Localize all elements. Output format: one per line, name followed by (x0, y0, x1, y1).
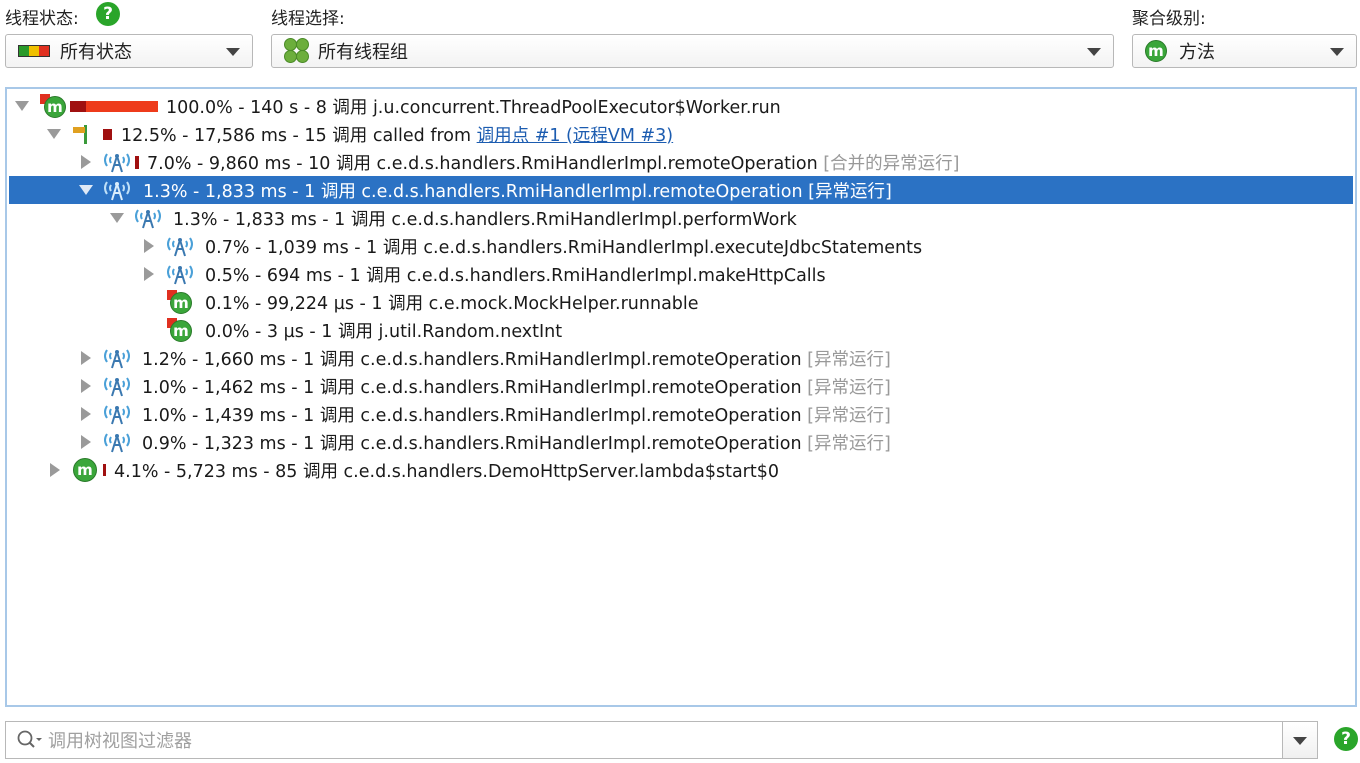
antenna-icon (165, 262, 195, 286)
collapse-toggle-icon[interactable] (142, 267, 156, 281)
expand-toggle-icon[interactable] (79, 183, 93, 197)
tree-row-text: 1.0% - 1,439 ms - 1 调用 c.e.d.s.handlers.… (142, 405, 891, 426)
collapse-toggle-icon[interactable] (79, 407, 93, 421)
chevron-down-icon (1330, 48, 1344, 56)
collapse-toggle-icon[interactable] (48, 463, 62, 477)
tree-row-text: 12.5% - 17,586 ms - 15 调用 called from 调用… (121, 125, 674, 146)
tree-row[interactable]: 0.5% - 694 ms - 1 调用 c.e.d.s.handlers.Rm… (7, 260, 1355, 288)
method-icon: m (73, 458, 97, 482)
thread-status-icon (18, 45, 50, 57)
thread-select-label: 线程选择: (271, 9, 345, 29)
tree-row-text: 0.7% - 1,039 ms - 1 调用 c.e.d.s.handlers.… (205, 237, 923, 258)
tree-row[interactable]: 1.2% - 1,660 ms - 1 调用 c.e.d.s.handlers.… (7, 344, 1355, 372)
tree-row-text: 0.0% - 3 µs - 1 调用 j.util.Random.nextInt (205, 321, 563, 342)
expand-toggle-icon[interactable] (15, 99, 29, 113)
tree-row-text: 0.9% - 1,323 ms - 1 调用 c.e.d.s.handlers.… (142, 433, 891, 454)
tree-row-text: 1.0% - 1,462 ms - 1 调用 c.e.d.s.handlers.… (142, 377, 891, 398)
thread-select-value: 所有线程组 (318, 42, 408, 63)
tree-row[interactable]: 1.3% - 1,833 ms - 1 调用 c.e.d.s.handlers.… (7, 204, 1355, 232)
chevron-down-icon (226, 48, 240, 56)
call-tree[interactable]: m 100.0% - 140 s - 8 调用 j.u.concurrent.T… (5, 87, 1357, 707)
aggregation-label: 聚合级别: (1132, 9, 1206, 29)
thread-status-label: 线程状态: (5, 9, 79, 29)
time-bar (103, 128, 112, 140)
thread-status-value: 所有状态 (60, 42, 132, 63)
tree-row[interactable]: 1.0% - 1,462 ms - 1 调用 c.e.d.s.handlers.… (7, 372, 1355, 400)
tree-row[interactable]: m 0.1% - 99,224 µs - 1 调用 c.e.mock.MockH… (7, 288, 1355, 316)
collapse-toggle-icon[interactable] (79, 379, 93, 393)
method-hot-icon: m (40, 94, 68, 118)
time-bar (135, 155, 139, 169)
tree-row-text: 100.0% - 140 s - 8 调用 j.u.concurrent.Thr… (166, 97, 781, 118)
chevron-down-icon (1087, 48, 1101, 56)
tree-row[interactable]: m 0.0% - 3 µs - 1 调用 j.util.Random.nextI… (7, 316, 1355, 344)
thread-select-select[interactable]: 所有线程组 (271, 34, 1114, 68)
filter-dropdown-button[interactable] (1282, 722, 1317, 758)
filter-placeholder: 调用树视图过滤器 (48, 731, 192, 752)
tree-row[interactable]: m 100.0% - 140 s - 8 调用 j.u.concurrent.T… (7, 92, 1355, 120)
antenna-icon (165, 234, 195, 258)
expand-toggle-icon[interactable] (47, 127, 61, 141)
thread-status-select[interactable]: 所有状态 (5, 34, 253, 68)
tree-row[interactable]: 7.0% - 9,860 ms - 10 调用 c.e.d.s.handlers… (7, 148, 1355, 176)
help-icon[interactable]: ? (1334, 727, 1358, 751)
antenna-icon (102, 430, 132, 454)
tree-row[interactable]: 0.9% - 1,323 ms - 1 调用 c.e.d.s.handlers.… (7, 428, 1355, 456)
collapse-toggle-icon[interactable] (142, 239, 156, 253)
tree-row-text: 1.3% - 1,833 ms - 1 调用 c.e.d.s.handlers.… (143, 181, 892, 202)
antenna-icon (102, 346, 132, 370)
aggregation-select[interactable]: m 方法 (1132, 34, 1357, 68)
tree-row[interactable]: 0.7% - 1,039 ms - 1 调用 c.e.d.s.handlers.… (7, 232, 1355, 260)
thread-group-icon (284, 38, 310, 64)
method-hot-icon: m (167, 290, 193, 314)
tree-row-selected[interactable]: 1.3% - 1,833 ms - 1 调用 c.e.d.s.handlers.… (9, 176, 1353, 204)
filter-input[interactable]: 调用树视图过滤器 (5, 721, 1318, 759)
tree-row[interactable]: m 4.1% - 5,723 ms - 85 调用 c.e.d.s.handle… (7, 456, 1355, 484)
antenna-icon (102, 150, 132, 174)
search-icon (16, 729, 44, 751)
aggregation-value: 方法 (1179, 42, 1215, 63)
antenna-icon (102, 402, 132, 426)
expand-toggle-icon[interactable] (110, 211, 124, 225)
time-bar (70, 100, 158, 112)
help-icon[interactable]: ? (96, 2, 120, 26)
call-site-link[interactable]: 调用点 #1 (远程VM #3) (477, 126, 674, 146)
method-icon: m (1145, 40, 1167, 62)
tree-row-text: 7.0% - 9,860 ms - 10 调用 c.e.d.s.handlers… (147, 153, 960, 174)
tree-row-text: 1.2% - 1,660 ms - 1 调用 c.e.d.s.handlers.… (142, 349, 891, 370)
antenna-icon (133, 206, 163, 230)
tree-row-text: 4.1% - 5,723 ms - 85 调用 c.e.d.s.handlers… (114, 461, 780, 482)
tree-row-text: 0.1% - 99,224 µs - 1 调用 c.e.mock.MockHel… (205, 293, 699, 314)
collapse-toggle-icon[interactable] (79, 435, 93, 449)
antenna-icon (102, 178, 132, 202)
tree-row[interactable]: 1.0% - 1,439 ms - 1 调用 c.e.d.s.handlers.… (7, 400, 1355, 428)
flag-icon (73, 123, 93, 145)
time-bar (103, 464, 106, 476)
tree-row[interactable]: 12.5% - 17,586 ms - 15 调用 called from 调用… (7, 120, 1355, 148)
collapse-toggle-icon[interactable] (79, 351, 93, 365)
collapse-toggle-icon[interactable] (79, 155, 93, 169)
antenna-icon (102, 374, 132, 398)
tree-row-text: 1.3% - 1,833 ms - 1 调用 c.e.d.s.handlers.… (173, 209, 797, 230)
tree-row-text: 0.5% - 694 ms - 1 调用 c.e.d.s.handlers.Rm… (205, 265, 826, 286)
method-hot-icon: m (167, 318, 193, 342)
